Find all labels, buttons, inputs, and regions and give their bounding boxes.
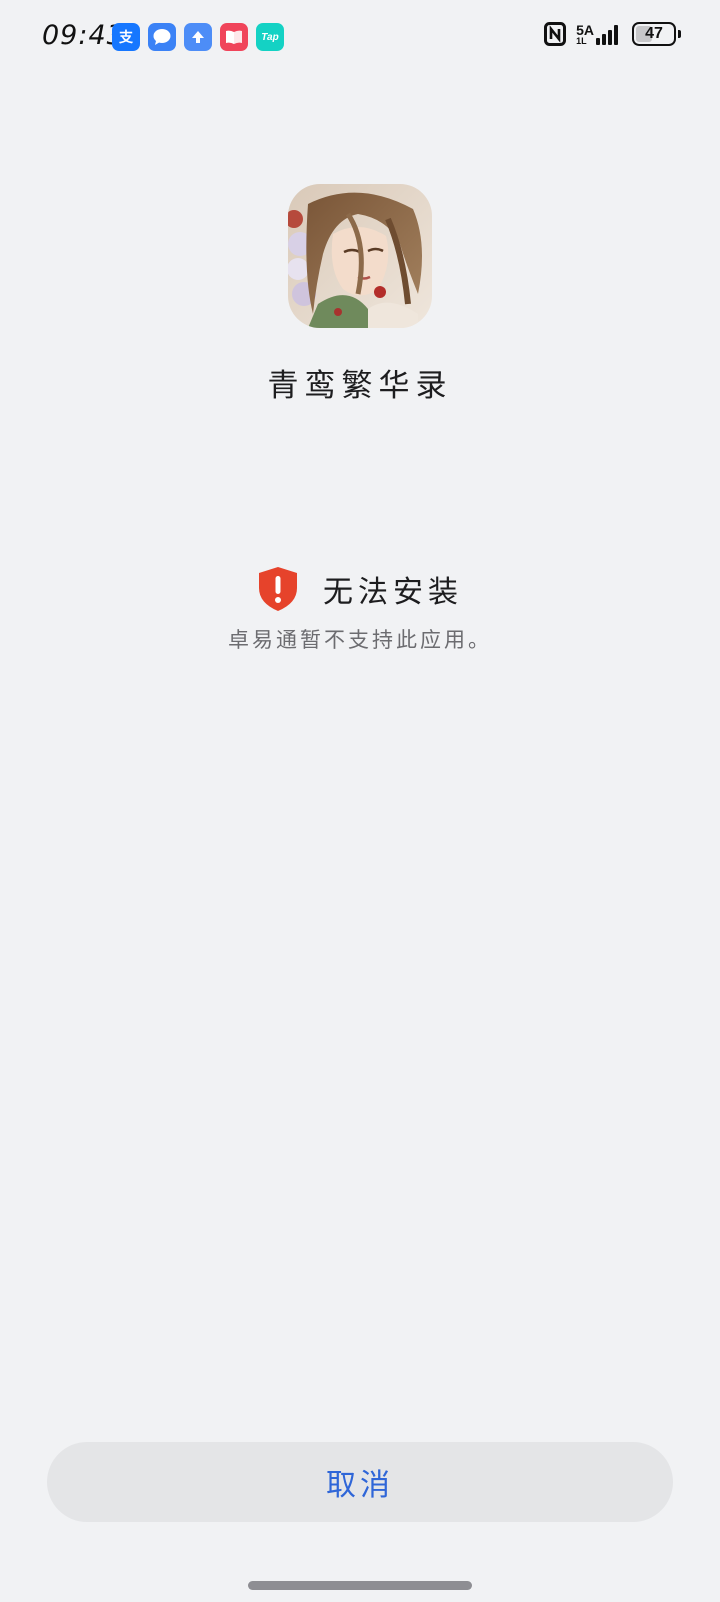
network-type: 5A 1L	[576, 21, 594, 46]
install-error: 无法安装	[0, 566, 720, 612]
error-description: 卓易通暂不支持此应用。	[228, 628, 492, 652]
home-indicator[interactable]	[248, 1581, 472, 1590]
status-bar: 09:43 支 Tap 5A 1L 47	[0, 0, 720, 76]
error-title: 无法安装	[323, 575, 463, 610]
taptap-icon: Tap	[256, 23, 284, 51]
notification-icons: 支 Tap	[112, 23, 284, 51]
battery-level: 47	[645, 25, 663, 42]
app-name: 青鸾繁华录	[267, 368, 453, 404]
install-screen: 09:43 支 Tap 5A 1L 47 青鸾繁华录 无法安装 卓易通暂不支持此…	[0, 0, 720, 1602]
signal-strength-icon	[596, 25, 618, 45]
reader-icon	[220, 23, 248, 51]
upload-icon	[184, 23, 212, 51]
nfc-icon	[544, 22, 567, 46]
battery-icon: 47	[632, 22, 681, 46]
status-indicators: 5A 1L 47	[544, 21, 681, 46]
app-icon	[288, 184, 432, 328]
message-icon	[148, 23, 176, 51]
shield-alert-icon	[259, 567, 297, 611]
alipay-icon: 支	[112, 23, 140, 51]
cancel-button[interactable]: 取消	[47, 1442, 673, 1522]
